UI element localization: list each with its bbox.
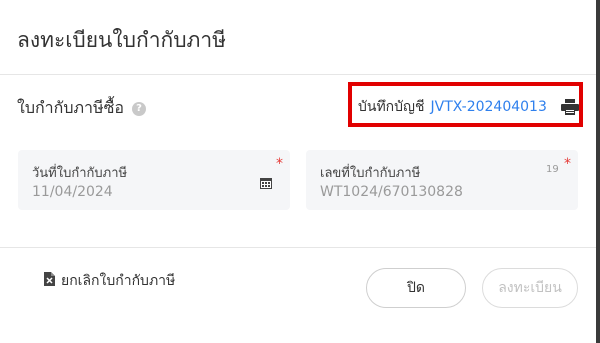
invoice-number-value: WT1024/670130828 [320,184,463,200]
cancel-file-icon [44,272,55,290]
close-button[interactable]: ปิด [366,268,466,308]
help-icon[interactable]: ? [132,101,147,116]
dialog-header: ลงทะเบียนใบกำกับภาษี [0,0,596,75]
section-title: ใบกำกับภาษีซื้อ ? [17,96,147,121]
record-label: บันทึกบัญชี [358,99,425,115]
character-count: 19 [546,164,559,175]
invoice-date-field[interactable]: วันที่ใบกำกับภาษี * 11/04/2024 [18,150,290,210]
invoice-date-value: 11/04/2024 [32,184,113,200]
footer-divider [0,247,596,248]
invoice-date-label: วันที่ใบกำกับภาษี [32,166,128,181]
section-title-text: ใบกำกับภาษีซื้อ [17,98,125,117]
calendar-icon[interactable] [260,174,272,193]
cancel-invoice-link[interactable]: ยกเลิกใบกำกับภาษี [44,270,175,292]
printer-icon[interactable] [560,99,579,115]
invoice-number-field[interactable]: เลขที่ใบกำกับภาษี 19 * WT1024/670130828 [306,150,578,210]
cancel-invoice-label: ยกเลิกใบกำกับภาษี [61,273,176,289]
record-number-link[interactable]: JVTX-202404013 [430,99,546,115]
record-reference: บันทึกบัญชี JVTX-202404013 [358,96,579,118]
required-marker: * [564,156,571,172]
invoice-number-label: เลขที่ใบกำกับภาษี [320,166,421,181]
window-edge [596,0,600,343]
register-button[interactable]: ลงทะเบียน [482,268,578,308]
dialog-title: ลงทะเบียนใบกำกับภาษี [17,28,227,52]
required-marker: * [276,156,283,172]
